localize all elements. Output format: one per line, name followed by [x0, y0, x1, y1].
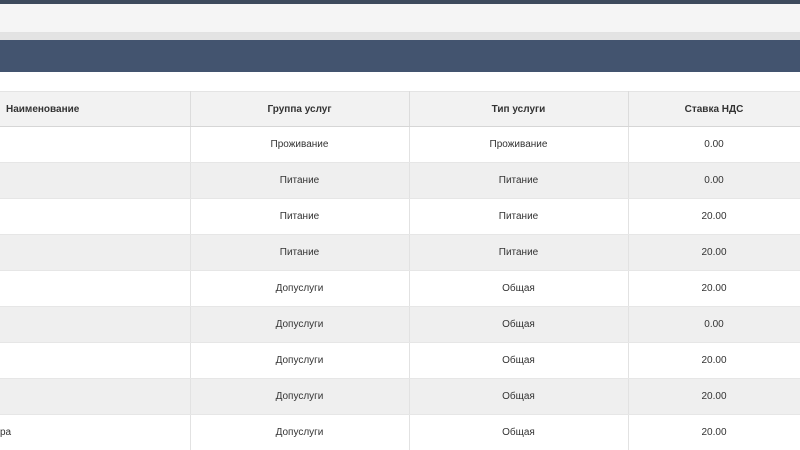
table-row[interactable]: ра Допуслуги Общая 20.00: [0, 414, 800, 450]
column-header-type[interactable]: Тип услуги: [409, 91, 629, 127]
cell-name: [0, 306, 191, 343]
services-table: Наименование Группа услуг Тип услуги Ста…: [0, 91, 800, 450]
column-header-group[interactable]: Группа услуг: [190, 91, 410, 127]
cell-name: [0, 270, 191, 307]
cell-type: Питание: [409, 198, 629, 235]
cell-vat: 0.00: [628, 126, 800, 163]
column-header-name[interactable]: Наименование: [0, 91, 191, 127]
cell-vat: 20.00: [628, 378, 800, 415]
cell-group: Допуслуги: [190, 414, 410, 450]
cell-name: [0, 234, 191, 271]
cell-type: Общая: [409, 306, 629, 343]
cell-type: Общая: [409, 342, 629, 379]
cell-group: Проживание: [190, 126, 410, 163]
cell-name: [0, 378, 191, 415]
table-row[interactable]: Допуслуги Общая 20.00: [0, 378, 800, 415]
cell-vat: 0.00: [628, 162, 800, 199]
table-row[interactable]: Питание Питание 0.00: [0, 162, 800, 199]
cell-vat: 20.00: [628, 342, 800, 379]
cell-group: Допуслуги: [190, 342, 410, 379]
cell-name: [0, 162, 191, 199]
cell-vat: 20.00: [628, 270, 800, 307]
cell-group: Питание: [190, 162, 410, 199]
services-table-container: Наименование Группа услуг Тип услуги Ста…: [0, 91, 800, 450]
cell-type: Проживание: [409, 126, 629, 163]
table-header-row: Наименование Группа услуг Тип услуги Ста…: [0, 91, 800, 127]
cell-type: Общая: [409, 414, 629, 450]
column-header-vat[interactable]: Ставка НДС: [628, 91, 800, 127]
table-row[interactable]: Допуслуги Общая 20.00: [0, 342, 800, 379]
cell-group: Допуслуги: [190, 306, 410, 343]
cell-type: Общая: [409, 378, 629, 415]
cell-vat: 20.00: [628, 198, 800, 235]
cell-group: Допуслуги: [190, 270, 410, 307]
table-row[interactable]: Допуслуги Общая 20.00: [0, 270, 800, 307]
cell-name: [0, 198, 191, 235]
table-row[interactable]: Питание Питание 20.00: [0, 198, 800, 235]
table-row[interactable]: Допуслуги Общая 0.00: [0, 306, 800, 343]
cell-group: Питание: [190, 198, 410, 235]
toolbar-strip: [0, 4, 800, 33]
separator: [0, 33, 800, 40]
cell-vat: 0.00: [628, 306, 800, 343]
cell-type: Питание: [409, 162, 629, 199]
panel-header-bar: [0, 40, 800, 72]
cell-vat: 20.00: [628, 234, 800, 271]
cell-group: Допуслуги: [190, 378, 410, 415]
cell-name: [0, 126, 191, 163]
table-row[interactable]: Питание Питание 20.00: [0, 234, 800, 271]
cell-vat: 20.00: [628, 414, 800, 450]
cell-name: ра: [0, 414, 191, 450]
table-row[interactable]: Проживание Проживание 0.00: [0, 126, 800, 163]
cell-type: Питание: [409, 234, 629, 271]
cell-type: Общая: [409, 270, 629, 307]
cell-group: Питание: [190, 234, 410, 271]
cell-name: [0, 342, 191, 379]
